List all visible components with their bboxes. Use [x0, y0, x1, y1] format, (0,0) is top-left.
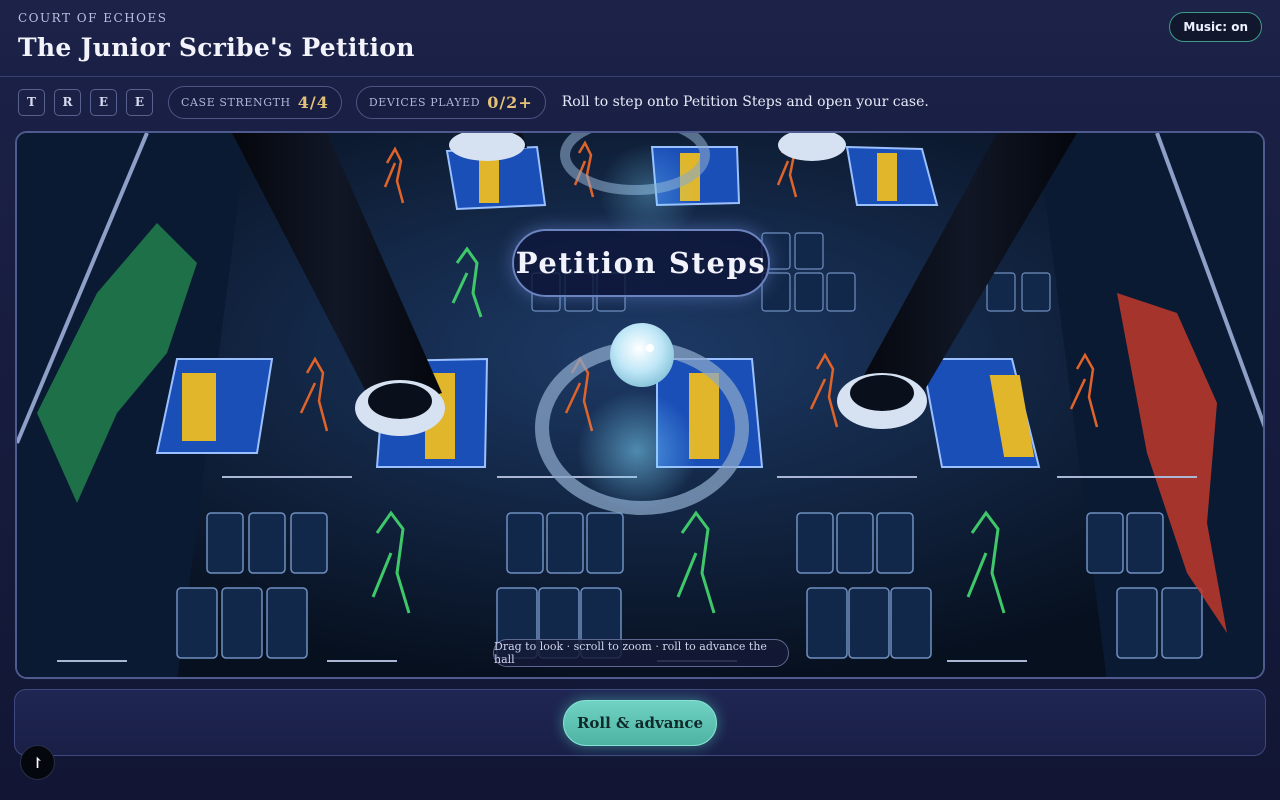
- game-viewport[interactable]: Petition Steps Drag to look · scroll to …: [15, 131, 1265, 679]
- status-toolbar: T R E E CASE STRENGTH 4/4 DEVICES PLAYED…: [18, 85, 929, 119]
- roll-advance-button[interactable]: Roll & advance: [563, 700, 717, 746]
- letter-tile[interactable]: E: [90, 88, 117, 116]
- player-token: [610, 323, 674, 387]
- letter-tile[interactable]: E: [126, 88, 153, 116]
- turn-hint: Roll to step onto Petition Steps and ope…: [561, 94, 929, 110]
- case-strength-badge: CASE STRENGTH 4/4: [168, 85, 342, 119]
- hall-scene: [17, 133, 1263, 677]
- location-sign: Petition Steps: [512, 229, 770, 297]
- court-tile: [845, 145, 939, 206]
- cursor-icon[interactable]: ↾: [20, 745, 55, 780]
- page-title: The Junior Scribe's Petition: [18, 33, 415, 62]
- controls-hint: Drag to look · scroll to zoom · roll to …: [493, 639, 789, 667]
- game-eyebrow: COURT OF ECHOES: [18, 11, 168, 25]
- cursor-glyph: ↾: [31, 753, 44, 772]
- court-tile: [155, 358, 274, 454]
- devices-played-value: 0/2+: [487, 92, 533, 112]
- devices-played-badge: DEVICES PLAYED 0/2+: [355, 85, 546, 119]
- header-bar: COURT OF ECHOES The Junior Scribe's Peti…: [0, 0, 1280, 77]
- case-strength-label: CASE STRENGTH: [181, 95, 291, 109]
- action-panel: Roll & advance: [14, 689, 1266, 756]
- music-toggle-button[interactable]: Music: on: [1169, 12, 1262, 42]
- letter-tile[interactable]: R: [54, 88, 81, 116]
- devices-played-label: DEVICES PLAYED: [368, 95, 481, 109]
- case-strength-value: 4/4: [297, 92, 329, 112]
- letter-tile[interactable]: T: [18, 88, 45, 116]
